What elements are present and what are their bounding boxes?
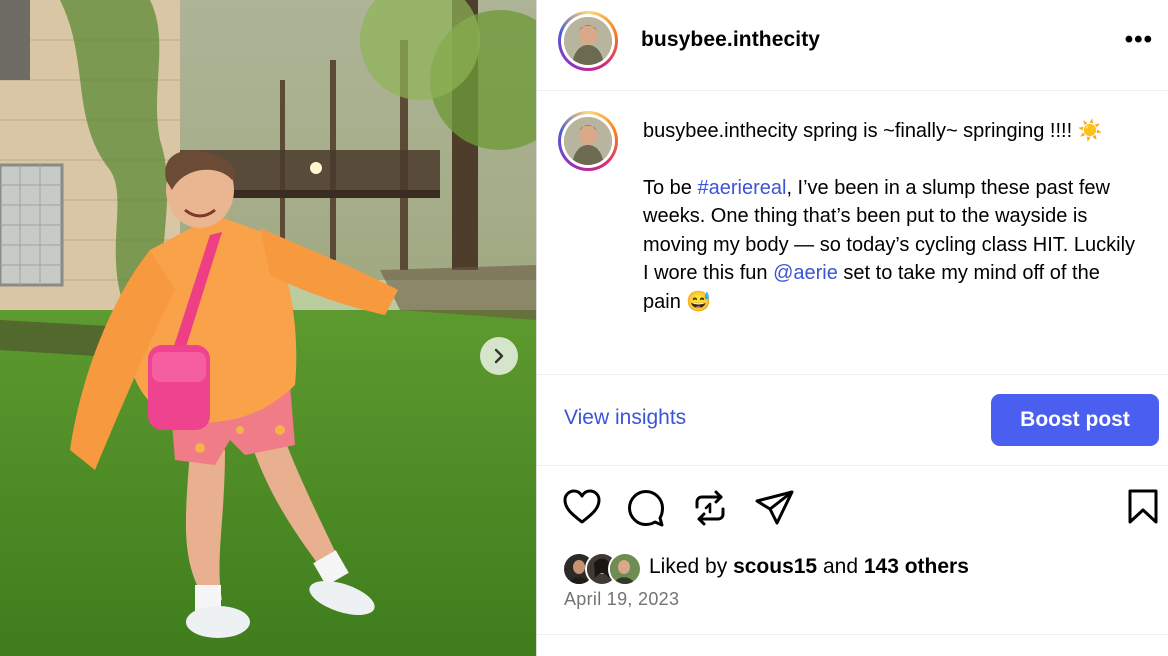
post-caption: busybee.inthecity spring is ~finally~ sp… [643,117,1143,316]
divider [537,374,1168,375]
heart-icon[interactable] [563,489,601,525]
likes-summary: Liked by scous15 and 143 others [649,555,969,579]
likes-middle: and [817,555,864,578]
photo-scene [0,0,536,656]
avatar[interactable] [558,11,618,71]
post-date: April 19, 2023 [564,589,680,609]
likes-prefix: Liked by [649,555,734,578]
share-icon[interactable] [755,490,795,526]
liker-username[interactable]: scous15 [733,555,817,578]
post-photo[interactable] [0,0,536,656]
profile-photo [564,117,612,165]
divider [537,634,1168,635]
likes-others-link[interactable]: 143 others [864,555,969,578]
boost-post-button[interactable]: Boost post [991,394,1159,446]
mention-link[interactable]: @aerie [773,262,838,284]
next-photo-button[interactable] [480,337,518,375]
comment-icon[interactable] [627,489,665,527]
chevron-right-icon [494,348,504,364]
view-insights-link[interactable]: View insights [564,406,686,430]
post-header: busybee.inthecity ••• [537,0,1168,91]
post-detail-panel: busybee.inthecity ••• busybee.inthecity … [536,0,1168,656]
caption-avatar[interactable] [558,111,618,171]
caption-username[interactable]: busybee.inthecity [643,120,798,142]
more-options-icon[interactable]: ••• [1125,26,1153,54]
header-username[interactable]: busybee.inthecity [641,28,820,52]
repost-icon[interactable] [693,490,727,526]
caption-text-line1: spring is ~finally~ springing !!!! ☀️ [797,120,1103,142]
hashtag-link[interactable]: #aeriereal [697,177,786,199]
liker-avatar[interactable] [608,552,642,586]
caption-text: To be [643,176,698,199]
bookmark-icon[interactable] [1127,489,1159,525]
profile-photo [564,17,612,65]
divider [537,465,1168,466]
